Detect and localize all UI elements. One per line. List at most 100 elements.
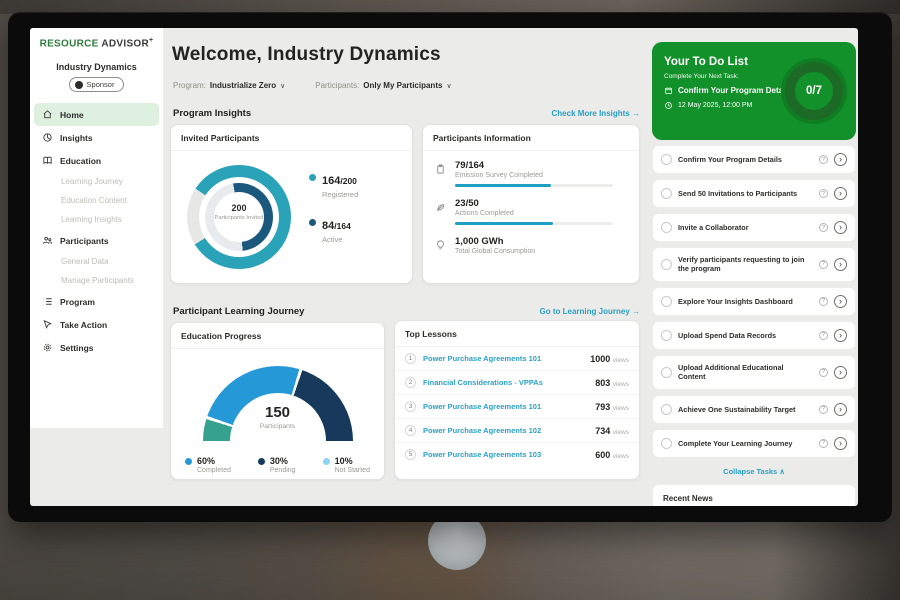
sidebar-item-insights[interactable]: Insights xyxy=(30,126,163,149)
program-insights-title: Program Insights xyxy=(173,108,251,119)
lesson-row: 2 Financial Considerations - VPPAs 803 v… xyxy=(395,371,639,395)
sidebar-item-settings[interactable]: Settings xyxy=(30,336,163,359)
question-icon[interactable]: ? xyxy=(819,260,828,269)
task-row-upload-spend-data[interactable]: Upload Spend Data Records ? › xyxy=(652,321,856,350)
todo-panel: Your To Do List Complete Your Next Task:… xyxy=(652,42,856,506)
page-title: Welcome, Industry Dynamics xyxy=(172,44,441,66)
pending-label: Pending xyxy=(270,467,296,474)
legend-item-active: 84/164 Active xyxy=(309,216,358,244)
sidebar-item-take-action[interactable]: Take Action xyxy=(30,313,163,336)
question-icon[interactable]: ? xyxy=(819,155,828,164)
education-icon xyxy=(42,155,53,166)
task-checkbox[interactable] xyxy=(661,404,672,415)
task-row-verify-participants[interactable]: Verify participants requesting to join t… xyxy=(652,247,856,282)
question-icon[interactable]: ? xyxy=(819,439,828,448)
education-progress-card: Education Progress 150 Participants 60% xyxy=(170,322,385,480)
sidebar-item-education-content[interactable]: Education Content xyxy=(30,191,163,210)
learning-journey-header: Participant Learning Journey Go to Learn… xyxy=(173,306,640,317)
chevron-right-icon[interactable]: › xyxy=(834,153,847,166)
stat-emission-survey: 79/164 Emission Survey Completed xyxy=(435,160,627,187)
sidebar-item-education[interactable]: Education xyxy=(30,149,163,172)
lesson-title-link[interactable]: Power Purchase Agreements 103 xyxy=(423,450,588,459)
lesson-views-count: 734 xyxy=(595,426,610,436)
task-row-explore-insights[interactable]: Explore Your Insights Dashboard ? › xyxy=(652,287,856,316)
check-more-insights-link[interactable]: Check More Insights → xyxy=(552,109,640,118)
chevron-right-icon[interactable]: › xyxy=(834,258,847,271)
chevron-down-icon: ∨ xyxy=(280,82,285,90)
invited-count-label: Participants Invited xyxy=(214,215,264,223)
task-row-upload-educational-content[interactable]: Upload Additional Educational Content ? … xyxy=(652,355,856,390)
go-to-learning-journey-label: Go to Learning Journey xyxy=(540,307,630,316)
chevron-right-icon[interactable]: › xyxy=(834,437,847,450)
sidebar-item-participants[interactable]: Participants xyxy=(30,229,163,252)
chevron-right-icon[interactable]: › xyxy=(834,295,847,308)
lesson-views-count: 793 xyxy=(595,402,610,412)
task-row-achieve-sustainability-target[interactable]: Achieve One Sustainability Target ? › xyxy=(652,395,856,424)
question-icon[interactable]: ? xyxy=(819,297,828,306)
task-checkbox[interactable] xyxy=(661,188,672,199)
task-row-invite-collaborator[interactable]: Invite a Collaborator ? › xyxy=(652,213,856,242)
chevron-right-icon[interactable]: › xyxy=(834,221,847,234)
task-row-confirm-program[interactable]: Confirm Your Program Details ? › xyxy=(652,145,856,174)
task-checkbox[interactable] xyxy=(661,367,672,378)
actions-completed-value: 23/50 xyxy=(455,198,613,209)
question-icon[interactable]: ? xyxy=(819,405,828,414)
gauge-participants-label: Participants xyxy=(203,423,353,430)
sidebar-nav: Home Insights Education Learning Journey… xyxy=(30,103,163,359)
task-row-complete-learning-journey[interactable]: Complete Your Learning Journey ? › xyxy=(652,429,856,458)
collapse-tasks-link[interactable]: Collapse Tasks ∧ xyxy=(652,467,856,476)
task-checkbox[interactable] xyxy=(661,154,672,165)
question-icon[interactable]: ? xyxy=(819,189,828,198)
program-filter-dropdown[interactable]: Program: Industrialize Zero ∨ xyxy=(173,81,285,90)
lesson-title-link[interactable]: Power Purchase Agreements 101 xyxy=(423,402,588,411)
clipboard-icon xyxy=(435,163,446,175)
lesson-views-label: views xyxy=(613,453,629,460)
lesson-title-link[interactable]: Financial Considerations - VPPAs xyxy=(423,378,588,387)
gauge-center: 150 Participants xyxy=(203,404,353,430)
clock-icon xyxy=(664,101,673,110)
emission-survey-label: Emission Survey Completed xyxy=(455,172,613,179)
settings-icon xyxy=(42,342,53,353)
legend-dot-pending xyxy=(258,458,265,465)
lesson-rank: 1 xyxy=(405,353,416,364)
sidebar: RESOURCE ADVISOR+ Industry Dynamics Spon… xyxy=(30,28,163,428)
task-checkbox[interactable] xyxy=(661,438,672,449)
learning-journey-title: Participant Learning Journey xyxy=(173,306,304,317)
task-label: Achieve One Sustainability Target xyxy=(678,405,813,414)
task-checkbox[interactable] xyxy=(661,259,672,270)
participants-filter-dropdown[interactable]: Participants: Only My Participants ∨ xyxy=(315,81,451,90)
not-started-label: Not Started xyxy=(335,467,370,474)
chevron-right-icon[interactable]: › xyxy=(834,403,847,416)
chevron-right-icon[interactable]: › xyxy=(834,329,847,342)
question-icon[interactable]: ? xyxy=(819,331,828,340)
go-to-learning-journey-link[interactable]: Go to Learning Journey → xyxy=(540,307,640,316)
lesson-title-link[interactable]: Power Purchase Agreements 102 xyxy=(423,426,588,435)
task-checkbox[interactable] xyxy=(661,330,672,341)
sidebar-item-program[interactable]: Program xyxy=(30,290,163,313)
gauge-legend: 60% Completed 30% Pending xyxy=(171,444,384,474)
task-row-send-invitations[interactable]: Send 50 Invitations to Participants ? › xyxy=(652,179,856,208)
emission-survey-progress-fill xyxy=(455,184,551,187)
task-checkbox[interactable] xyxy=(661,296,672,307)
sidebar-item-home[interactable]: Home xyxy=(34,103,159,126)
program-insights-header: Program Insights Check More Insights → xyxy=(173,108,640,119)
brand-logo-plus: + xyxy=(149,37,153,44)
invited-participants-card: Invited Participants 200 Participants In… xyxy=(170,124,413,284)
task-label: Confirm Your Program Details xyxy=(678,155,813,164)
sidebar-item-label: Program xyxy=(60,297,95,307)
lesson-title-link[interactable]: Power Purchase Agreements 101 xyxy=(423,354,583,363)
task-label: Invite a Collaborator xyxy=(678,223,813,232)
actions-progress-fill xyxy=(455,222,553,225)
sidebar-item-general-data[interactable]: General Data xyxy=(30,252,163,271)
top-lessons-card: Top Lessons 1 Power Purchase Agreements … xyxy=(394,320,640,480)
question-icon[interactable]: ? xyxy=(819,223,828,232)
chevron-right-icon[interactable]: › xyxy=(834,187,847,200)
sidebar-item-manage-participants[interactable]: Manage Participants xyxy=(30,271,163,290)
sidebar-item-learning-journey[interactable]: Learning Journey xyxy=(30,172,163,191)
chevron-right-icon[interactable]: › xyxy=(834,366,847,379)
sidebar-item-learning-insights[interactable]: Learning Insights xyxy=(30,210,163,229)
task-checkbox[interactable] xyxy=(661,222,672,233)
registered-total: /200 xyxy=(340,176,357,186)
program-icon xyxy=(42,296,53,307)
question-icon[interactable]: ? xyxy=(819,368,828,377)
